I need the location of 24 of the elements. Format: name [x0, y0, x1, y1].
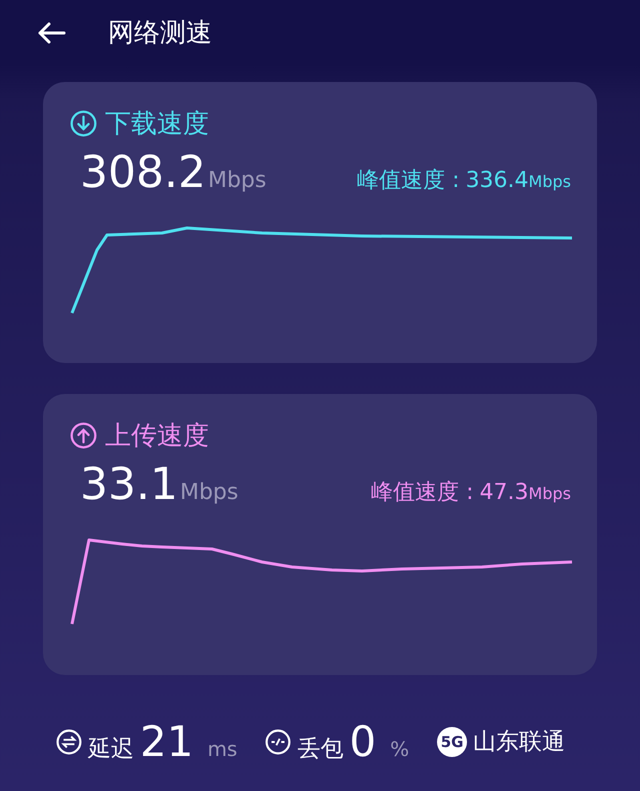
speed-unit: Mbps — [180, 480, 238, 505]
speed-value: 308.2 — [80, 147, 206, 198]
stat-value: 21 — [140, 717, 194, 766]
stat-unit: % — [390, 737, 410, 761]
peak-unit: Mbps — [528, 484, 571, 503]
speed-value: 33.1 — [80, 459, 178, 510]
network-badge: 5G — [437, 726, 468, 756]
stat-value: 0 — [349, 717, 376, 766]
dash-slash-icon — [265, 728, 292, 754]
peak-unit: Mbps — [528, 172, 571, 191]
stat-label: 丢包 — [297, 735, 344, 764]
back-icon[interactable] — [36, 20, 66, 44]
page-title: 网络测速 — [108, 17, 212, 50]
peak-label: 峰值速度 : — [371, 480, 474, 505]
swap-arrows-icon — [56, 728, 82, 754]
peak-value: 47.3 — [480, 480, 529, 505]
stat-label: 延迟 — [88, 735, 134, 764]
card-title: 下载速度 — [105, 108, 209, 141]
peak-label: 峰值速度 : — [357, 168, 460, 193]
speed-unit: Mbps — [208, 168, 266, 193]
stat-unit: ms — [207, 737, 238, 761]
carrier-name: 山东联通 — [473, 728, 566, 757]
peak-value: 336.4 — [466, 168, 529, 193]
card-title: 上传速度 — [105, 420, 209, 453]
